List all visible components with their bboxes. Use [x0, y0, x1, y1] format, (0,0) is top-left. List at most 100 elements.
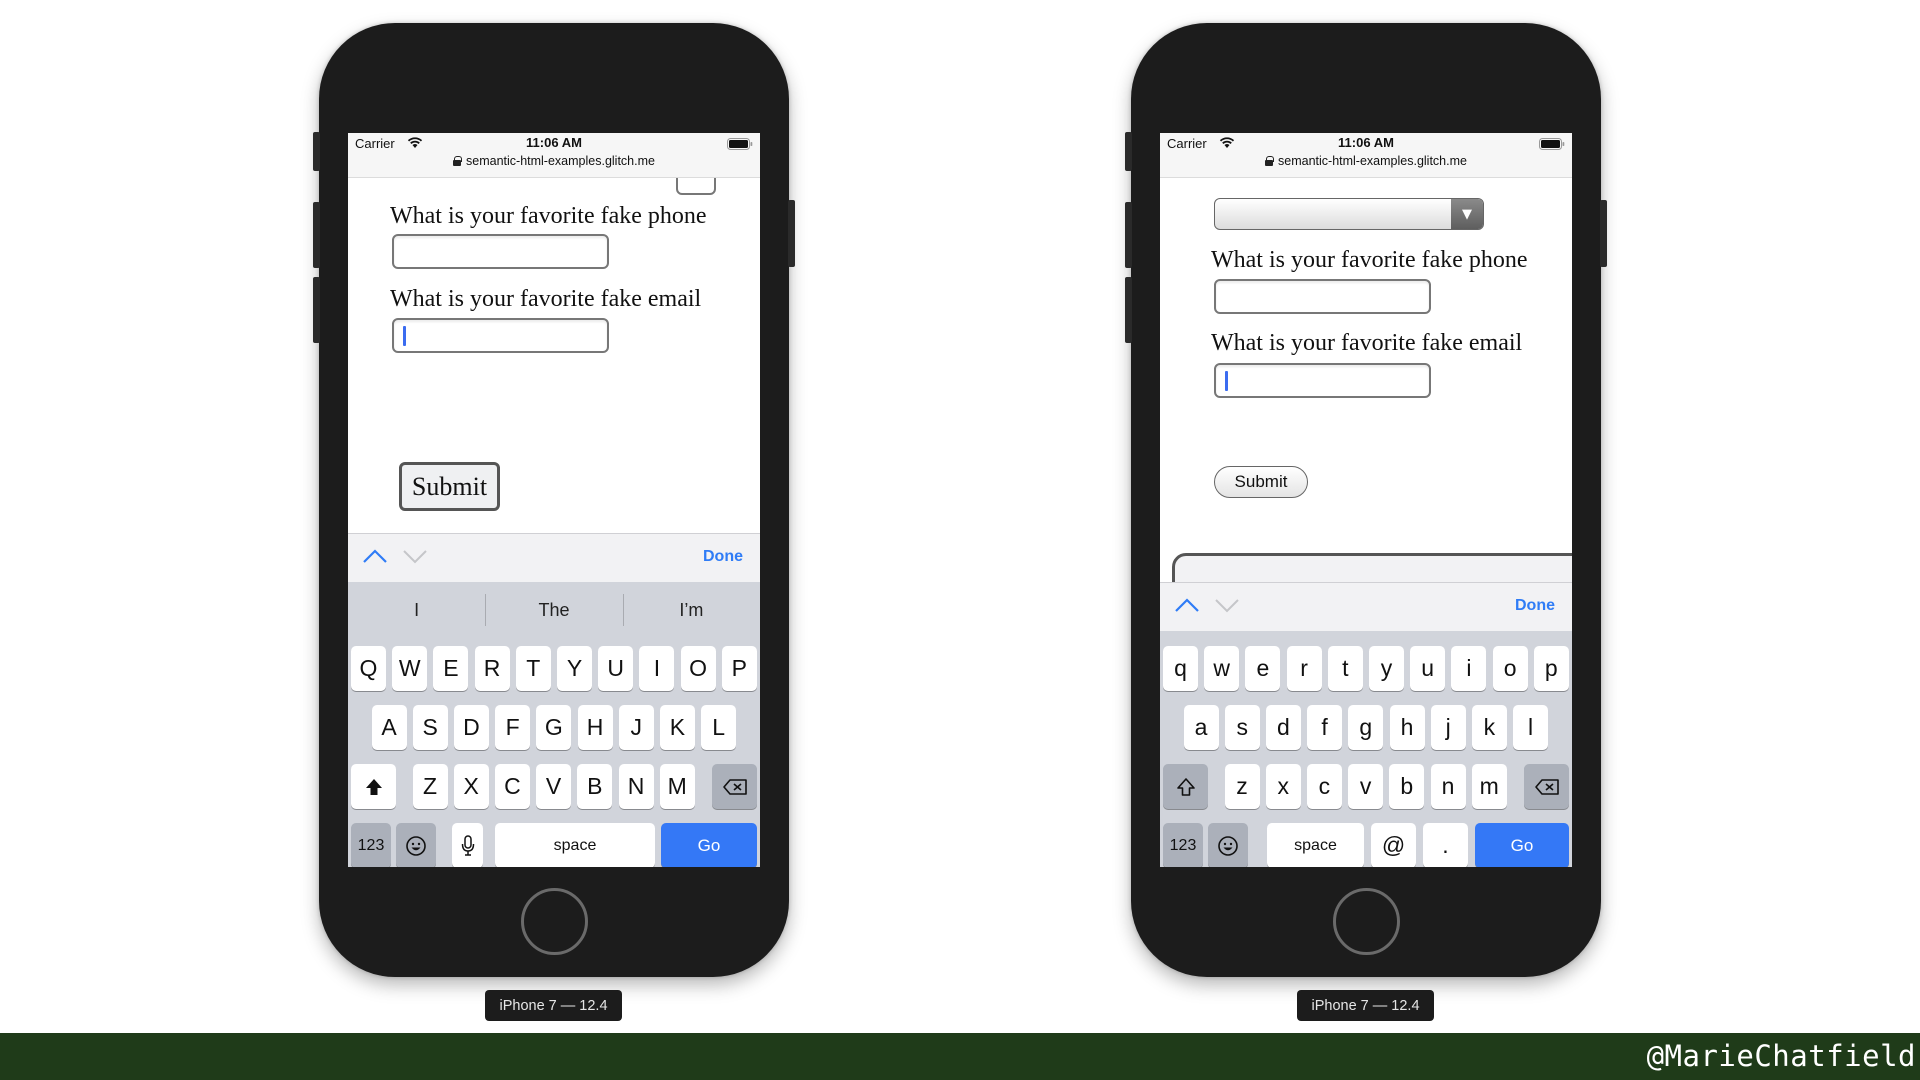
shift-key[interactable]: [1163, 764, 1208, 809]
key-m[interactable]: m: [1471, 764, 1507, 809]
next-field-chevron-down-icon[interactable]: [402, 547, 428, 565]
key-i[interactable]: i: [1451, 646, 1487, 691]
device-label: iPhone 7 — 12.4: [485, 990, 622, 1021]
screen: What is your favorite activity? ▼ What i…: [1160, 133, 1572, 867]
key-e[interactable]: E: [433, 646, 469, 691]
done-button[interactable]: Done: [1515, 597, 1555, 615]
key-j[interactable]: J: [618, 705, 654, 750]
key-k[interactable]: K: [659, 705, 695, 750]
email-input[interactable]: [1214, 363, 1431, 398]
key-w[interactable]: w: [1204, 646, 1240, 691]
previous-field-chevron-up-icon[interactable]: [362, 547, 388, 565]
key-w[interactable]: W: [392, 646, 428, 691]
email-input[interactable]: [392, 318, 609, 353]
key-l[interactable]: l: [1513, 705, 1549, 750]
suggestion[interactable]: I’m: [622, 582, 760, 639]
key-s[interactable]: s: [1224, 705, 1260, 750]
key-t[interactable]: t: [1327, 646, 1363, 691]
previous-field-chevron-up-icon[interactable]: [1174, 596, 1200, 614]
key-g[interactable]: g: [1348, 705, 1384, 750]
mute-switch: [1125, 132, 1132, 171]
suggestion[interactable]: The: [485, 582, 622, 639]
key-m[interactable]: M: [659, 764, 695, 809]
at-key[interactable]: @: [1371, 823, 1416, 867]
go-key[interactable]: Go: [1475, 823, 1569, 867]
key-d[interactable]: d: [1265, 705, 1301, 750]
key-v[interactable]: V: [536, 764, 572, 809]
key-u[interactable]: U: [598, 646, 634, 691]
email-label: What is your favorite fake email: [390, 286, 702, 312]
shift-arrow-icon: [365, 778, 382, 795]
submit-button[interactable]: Submit: [1214, 466, 1308, 498]
key-b[interactable]: b: [1389, 764, 1425, 809]
key-s[interactable]: S: [412, 705, 448, 750]
key-n[interactable]: N: [618, 764, 654, 809]
numbers-key[interactable]: 123: [1163, 823, 1203, 867]
emoji-key[interactable]: [396, 823, 436, 867]
key-n[interactable]: n: [1430, 764, 1466, 809]
key-a[interactable]: A: [371, 705, 407, 750]
space-key[interactable]: space: [495, 823, 655, 867]
key-f[interactable]: f: [1307, 705, 1343, 750]
keyboard: I The I’m Q W E R T Y U I O P A S D F G H J K L Z X C V B N M 123 s…: [348, 582, 760, 867]
key-p[interactable]: P: [721, 646, 757, 691]
key-y[interactable]: y: [1369, 646, 1404, 691]
key-a[interactable]: a: [1183, 705, 1219, 750]
dot-key[interactable]: .: [1423, 823, 1468, 867]
activity-select[interactable]: ▼: [1214, 198, 1484, 230]
url-bar[interactable]: semantic-html-examples.glitch.me: [348, 154, 760, 168]
key-t[interactable]: T: [515, 646, 551, 691]
key-q[interactable]: q: [1163, 646, 1198, 691]
submit-button[interactable]: Submit: [399, 462, 500, 511]
phone-label: What is your favorite fake phone: [390, 203, 707, 229]
suggestion[interactable]: I: [348, 582, 485, 639]
key-v[interactable]: v: [1348, 764, 1384, 809]
key-d[interactable]: D: [453, 705, 489, 750]
key-o[interactable]: o: [1492, 646, 1528, 691]
backspace-key[interactable]: [1524, 764, 1569, 809]
key-k[interactable]: k: [1471, 705, 1507, 750]
power-button: [1600, 200, 1607, 267]
key-b[interactable]: B: [577, 764, 613, 809]
home-button[interactable]: [521, 888, 588, 955]
dictation-key[interactable]: [452, 823, 483, 867]
key-r[interactable]: r: [1286, 646, 1322, 691]
key-x[interactable]: x: [1265, 764, 1301, 809]
key-u[interactable]: u: [1410, 646, 1446, 691]
key-z[interactable]: Z: [412, 764, 448, 809]
text-caret: [1225, 371, 1228, 391]
key-x[interactable]: X: [453, 764, 489, 809]
key-z[interactable]: z: [1224, 764, 1260, 809]
key-i[interactable]: I: [639, 646, 675, 691]
key-q[interactable]: Q: [351, 646, 386, 691]
key-r[interactable]: R: [474, 646, 510, 691]
key-h[interactable]: H: [577, 705, 613, 750]
key-e[interactable]: e: [1245, 646, 1281, 691]
key-y[interactable]: Y: [557, 646, 592, 691]
key-f[interactable]: F: [495, 705, 531, 750]
backspace-key[interactable]: [712, 764, 757, 809]
shift-key[interactable]: [351, 764, 396, 809]
phone-input[interactable]: [392, 234, 609, 269]
url-bar[interactable]: semantic-html-examples.glitch.me: [1160, 154, 1572, 168]
clock: 11:06 AM: [526, 135, 582, 150]
key-h[interactable]: h: [1389, 705, 1425, 750]
emoji-smiley-icon: [1218, 835, 1238, 856]
key-l[interactable]: L: [701, 705, 737, 750]
next-field-chevron-down-icon[interactable]: [1214, 596, 1240, 614]
space-key[interactable]: space: [1267, 823, 1364, 867]
phone-input[interactable]: [1214, 279, 1431, 314]
key-p[interactable]: p: [1533, 646, 1569, 691]
home-button[interactable]: [1333, 888, 1400, 955]
done-button[interactable]: Done: [703, 548, 743, 566]
go-key[interactable]: Go: [661, 823, 757, 867]
key-c[interactable]: C: [494, 764, 530, 809]
key-g[interactable]: G: [536, 705, 572, 750]
iphone-left: What is your favorite activity? What is …: [313, 23, 795, 977]
emoji-key[interactable]: [1208, 823, 1248, 867]
key-j[interactable]: j: [1430, 705, 1466, 750]
numbers-key[interactable]: 123: [351, 823, 391, 867]
key-o[interactable]: O: [680, 646, 716, 691]
key-c[interactable]: c: [1306, 764, 1342, 809]
text-caret: [403, 326, 406, 346]
